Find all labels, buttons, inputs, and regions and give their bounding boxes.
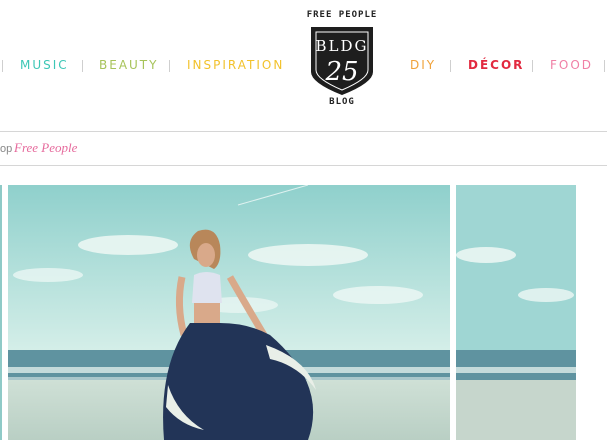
nav-separator [169,60,170,72]
nav-separator [82,60,83,72]
nav-item-food[interactable]: FOOD [550,58,593,72]
logo-top-text: FREE PEOPLE [306,10,378,20]
carousel-prev-photo[interactable] [0,185,2,440]
nav-separator [604,60,605,72]
logo-bottom-text: BLOG [329,97,355,107]
carousel-next-photo[interactable] [456,185,576,440]
beach-side-photo-image [456,185,576,440]
nav-separator [532,60,533,72]
blog-logo[interactable]: FREE PEOPLE BLDG 25 BLOG [300,8,384,112]
shop-free-people-link[interactable]: Free People [14,140,77,156]
shop-prefix-text: op [0,143,13,155]
beach-photo-image [8,185,450,440]
top-navigation: MUSIC BEAUTY INSPIRATION DIY DÉCOR FOOD … [0,0,607,130]
nav-item-beauty[interactable]: BEAUTY [99,58,158,72]
nav-separator [450,60,451,72]
nav-item-music[interactable]: MUSIC [20,58,69,72]
logo-line1: BLDG [316,37,369,55]
header-divider [0,131,607,132]
logo-line2: 25 [324,57,358,87]
nav-separator [2,60,3,72]
subheader-divider [0,165,607,166]
featured-photo[interactable] [8,185,450,440]
logo-badge-icon: BLDG 25 [311,27,373,96]
nav-item-diy[interactable]: DIY [410,58,436,72]
nav-item-inspiration[interactable]: INSPIRATION [187,58,284,72]
nav-item-decor[interactable]: DÉCOR [468,58,524,72]
